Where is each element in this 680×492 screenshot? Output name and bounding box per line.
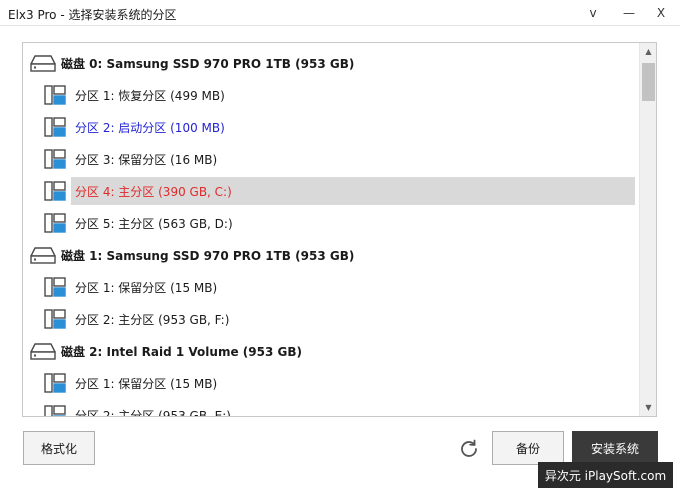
partition-label: 分区 3: 保留分区 (16 MB) [75, 153, 218, 167]
partition-label: 分区 2: 主分区 (953 GB, F:) [75, 313, 230, 327]
scroll-down-button[interactable]: ▼ [640, 399, 656, 416]
partition-label: 分区 1: 保留分区 (15 MB) [75, 377, 218, 391]
partition-icon [44, 85, 66, 105]
partition-icon [44, 373, 66, 393]
disk-icon [30, 55, 56, 72]
disk-row[interactable]: 磁盘 1: Samsung SSD 970 PRO 1TB (953 GB) [23, 241, 639, 269]
partition-row[interactable]: 分区 4: 主分区 (390 GB, C:) [23, 177, 639, 205]
format-button[interactable]: 格式化 [23, 431, 95, 465]
disk-icon [30, 247, 56, 264]
partition-list-panel: 磁盘 0: Samsung SSD 970 PRO 1TB (953 GB) 分区… [22, 42, 657, 417]
partition-icon [44, 181, 66, 201]
disk-label: 磁盘 2: Intel Raid 1 Volume (953 GB) [61, 345, 302, 359]
partition-row[interactable]: 分区 1: 保留分区 (15 MB) [23, 273, 639, 301]
partition-row[interactable]: 分区 1: 保留分区 (15 MB) [23, 369, 639, 397]
partition-icon [44, 149, 66, 169]
disk-label: 磁盘 1: Samsung SSD 970 PRO 1TB (953 GB) [61, 249, 355, 263]
window-title: Elx3 Pro - 选择安装系统的分区 [8, 8, 177, 22]
disk-row[interactable]: 磁盘 2: Intel Raid 1 Volume (953 GB) [23, 337, 639, 365]
disk-row[interactable]: 磁盘 0: Samsung SSD 970 PRO 1TB (953 GB) [23, 49, 639, 77]
partition-label: 分区 1: 恢复分区 (499 MB) [75, 89, 225, 103]
chevron-down-icon[interactable]: v [576, 0, 610, 26]
disk-label: 磁盘 0: Samsung SSD 970 PRO 1TB (953 GB) [61, 57, 355, 71]
partition-label: 分区 2: 主分区 (953 GB, E:) [75, 409, 231, 416]
partition-row[interactable]: 分区 2: 启动分区 (100 MB) [23, 113, 639, 141]
backup-button[interactable]: 备份 [492, 431, 564, 465]
partition-label: 分区 5: 主分区 (563 GB, D:) [75, 217, 233, 231]
partition-label: 分区 2: 启动分区 (100 MB) [75, 121, 225, 135]
partition-icon [44, 309, 66, 329]
disk-icon [30, 343, 56, 360]
install-system-button[interactable]: 安装系统 [572, 431, 658, 465]
refresh-icon[interactable] [457, 437, 481, 461]
partition-tree: 磁盘 0: Samsung SSD 970 PRO 1TB (953 GB) 分区… [23, 43, 639, 416]
partition-row[interactable]: 分区 5: 主分区 (563 GB, D:) [23, 209, 639, 237]
minimize-button[interactable]: — [612, 0, 646, 26]
partition-row[interactable]: 分区 2: 主分区 (953 GB, F:) [23, 305, 639, 333]
partition-row[interactable]: 分区 3: 保留分区 (16 MB) [23, 145, 639, 173]
watermark-text: 异次元 iPlaySoft.com [538, 462, 673, 488]
partition-icon [44, 213, 66, 233]
partition-icon [44, 117, 66, 137]
close-button[interactable]: X [644, 0, 678, 26]
partition-icon [44, 405, 66, 416]
scroll-up-button[interactable]: ▲ [640, 43, 656, 60]
partition-row[interactable]: 分区 1: 恢复分区 (499 MB) [23, 81, 639, 109]
scroll-thumb[interactable] [642, 63, 655, 101]
partition-label: 分区 4: 主分区 (390 GB, C:) [75, 185, 232, 199]
title-bar: Elx3 Pro - 选择安装系统的分区 v — X [0, 0, 680, 26]
partition-label: 分区 1: 保留分区 (15 MB) [75, 281, 218, 295]
vertical-scrollbar[interactable]: ▲ ▼ [639, 43, 656, 416]
partition-icon [44, 277, 66, 297]
partition-row[interactable]: 分区 2: 主分区 (953 GB, E:) [23, 401, 639, 416]
